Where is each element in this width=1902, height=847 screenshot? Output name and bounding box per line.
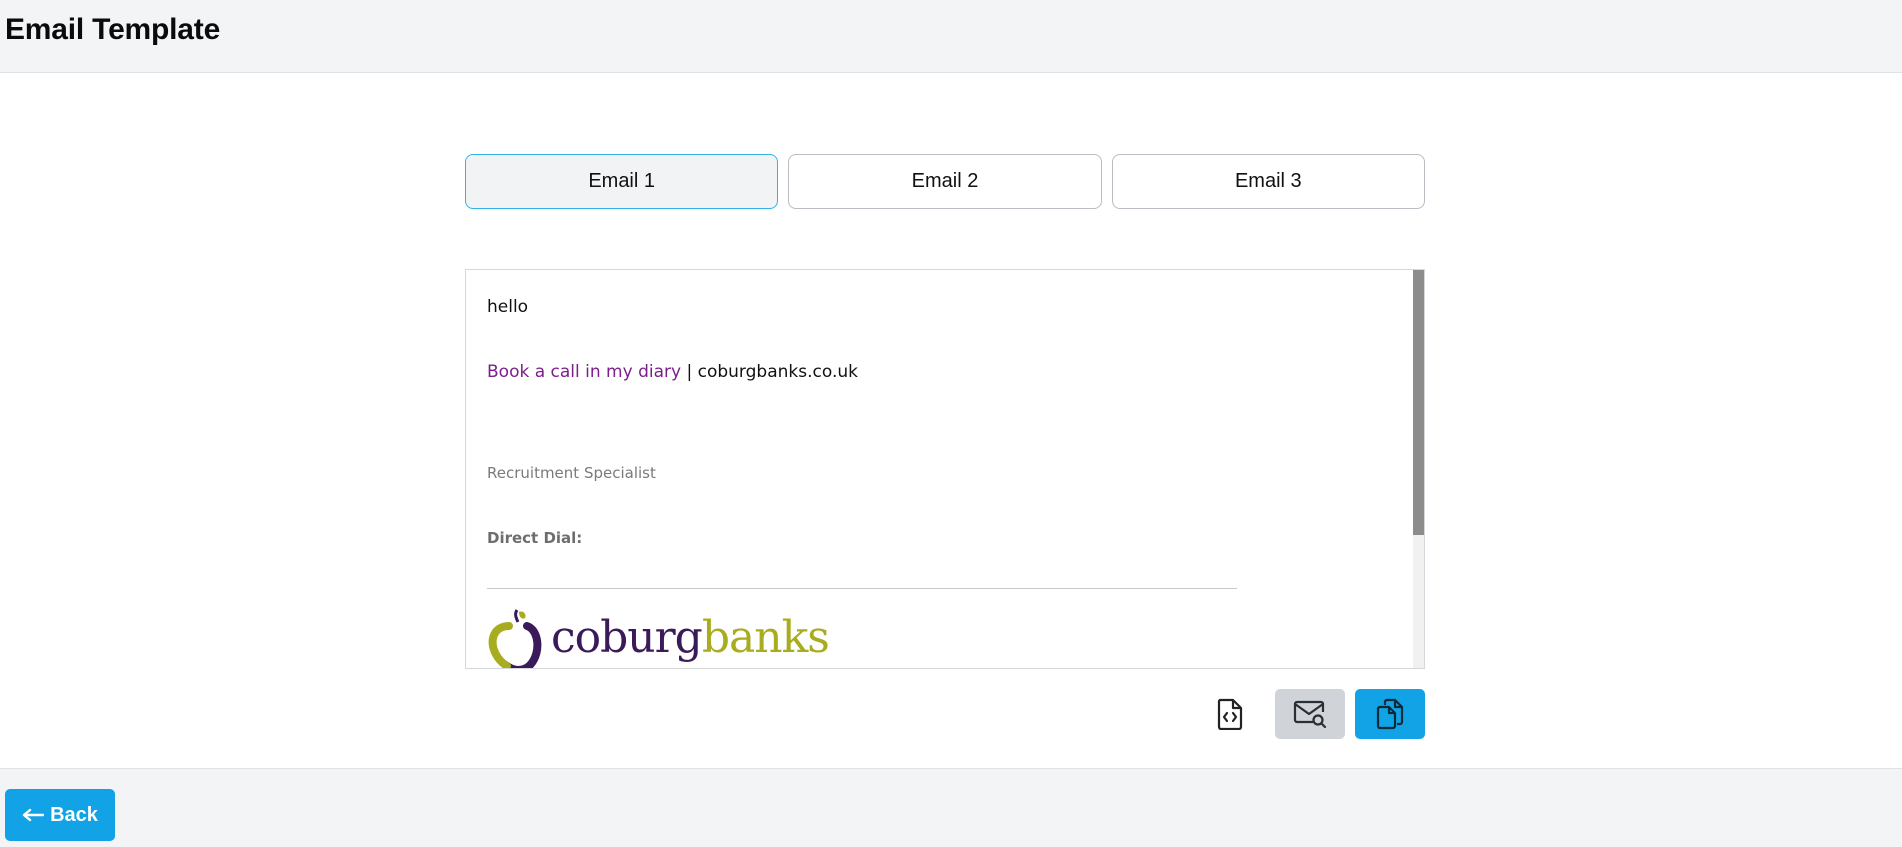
copy-template-button[interactable]: [1355, 689, 1425, 739]
signature-role: Recruitment Specialist: [487, 464, 656, 482]
link-separator: |: [681, 362, 698, 382]
mail-search-icon: [1293, 700, 1327, 728]
tab-email-2[interactable]: Email 2: [788, 154, 1102, 209]
arrow-left-icon: [22, 808, 45, 822]
preview-email-button[interactable]: [1275, 689, 1345, 739]
view-source-button[interactable]: [1200, 689, 1260, 739]
file-code-icon: [1217, 698, 1243, 730]
email-tabs: Email 1 Email 2 Email 3: [465, 154, 1425, 209]
tab-email-1[interactable]: Email 1: [465, 154, 779, 209]
signature-divider: [487, 588, 1237, 589]
copy-icon: [1376, 698, 1404, 730]
back-button-label: Back: [50, 803, 98, 826]
apple-logo-icon: [488, 609, 542, 668]
logo-text-banks: banks: [701, 612, 830, 663]
direct-dial-label: Direct Dial:: [487, 529, 583, 547]
website-link[interactable]: coburgbanks.co.uk: [698, 362, 858, 382]
page-title: Email Template: [5, 13, 221, 46]
email-preview-pane[interactable]: hello Book a call in my diary | coburgba…: [465, 269, 1425, 669]
tab-email-3[interactable]: Email 3: [1111, 154, 1425, 209]
page-header: Email Template: [0, 0, 1902, 73]
back-button[interactable]: Back: [5, 789, 115, 841]
preview-scrollbar[interactable]: [1413, 270, 1424, 668]
signature-links: Book a call in my diary | coburgbanks.co…: [487, 362, 858, 382]
email-greeting: hello: [487, 297, 529, 317]
book-call-link[interactable]: Book a call in my diary: [487, 362, 681, 382]
preview-scroll-thumb[interactable]: [1413, 270, 1424, 535]
logo-text-coburg: coburg: [551, 612, 703, 663]
template-actions: [1200, 689, 1425, 739]
page-footer: Back: [0, 768, 1902, 847]
coburg-banks-logo: coburgbanks: [487, 608, 830, 668]
